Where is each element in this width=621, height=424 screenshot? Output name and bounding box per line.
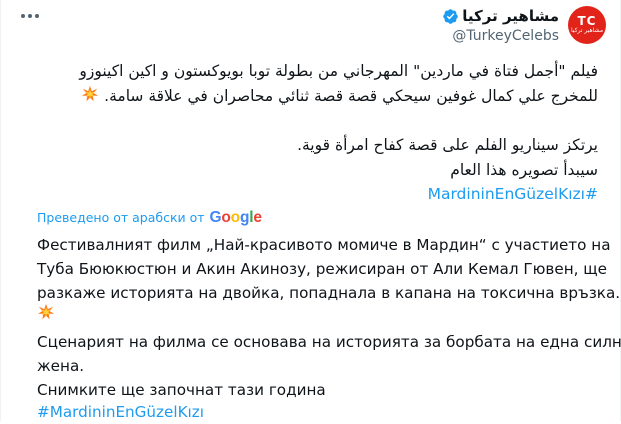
collision-emoji-icon xyxy=(82,85,99,102)
translated-text-line-2: Туба Бююкюстюн и Акин Акинозу, режисиран… xyxy=(37,260,607,278)
author-handle[interactable]: @TurkeyCelebs xyxy=(442,26,559,46)
original-hashtag-link[interactable]: #MardininEnGüzelKızı xyxy=(38,182,598,206)
google-logo: Google xyxy=(209,209,262,226)
author-display-name[interactable]: مشاهير تركيا xyxy=(462,6,559,26)
original-text-line-1: فيلم "أجمل فتاة في ماردين" المهرجاني من … xyxy=(79,62,598,80)
translated-hashtag-link[interactable]: #MardininEnGüzelKızı xyxy=(37,400,607,424)
collision-emoji-icon xyxy=(37,303,55,320)
translated-text-line-6: Снимките ще започнат тази година xyxy=(37,381,326,399)
translated-by-text: Преведено от арабски от xyxy=(37,210,205,225)
more-options-button[interactable] xyxy=(21,14,41,22)
translated-text-line-5: жена. xyxy=(37,357,85,375)
avatar[interactable]: TC مشاهير تركيا xyxy=(568,6,606,44)
verified-badge-icon xyxy=(443,8,459,24)
avatar-subtext: مشاهير تركيا xyxy=(570,27,604,34)
translated-by-label[interactable]: Преведено от арабски от Google xyxy=(37,209,262,227)
translated-text-line-1: Фестивалният филм „Най-красивото момиче … xyxy=(37,236,611,254)
tweet-card: مشاهير تركيا @TurkeyCelebs TC مشاهير ترك… xyxy=(0,0,621,421)
tweet-header: مشاهير تركيا @TurkeyCelebs TC مشاهير ترك… xyxy=(442,6,606,46)
more-icon-dot xyxy=(28,14,32,18)
original-text-line-2-text: للمخرج علي كمال غوفين سيحكي قصة قصة ثنائ… xyxy=(104,87,598,105)
original-text-line-4: سيبدأ تصويره هذا العام xyxy=(450,161,598,179)
author-name-row[interactable]: مشاهير تركيا xyxy=(442,6,559,26)
original-text-line-3: يرتكز سيناريو الفلم على قصة كفاح امرأة ق… xyxy=(297,136,598,154)
more-icon xyxy=(21,14,25,18)
original-text-line-2: للمخرج علي كمال غوفين سيحكي قصة قصة ثنائ… xyxy=(38,84,598,108)
translated-emoji-line xyxy=(37,302,607,326)
more-icon-dot xyxy=(35,14,39,18)
avatar-text: TC xyxy=(577,14,597,28)
translated-text-line-4: Сценарият на филма се основава на истори… xyxy=(37,333,621,351)
author-names: مشاهير تركيا @TurkeyCelebs xyxy=(442,6,559,46)
